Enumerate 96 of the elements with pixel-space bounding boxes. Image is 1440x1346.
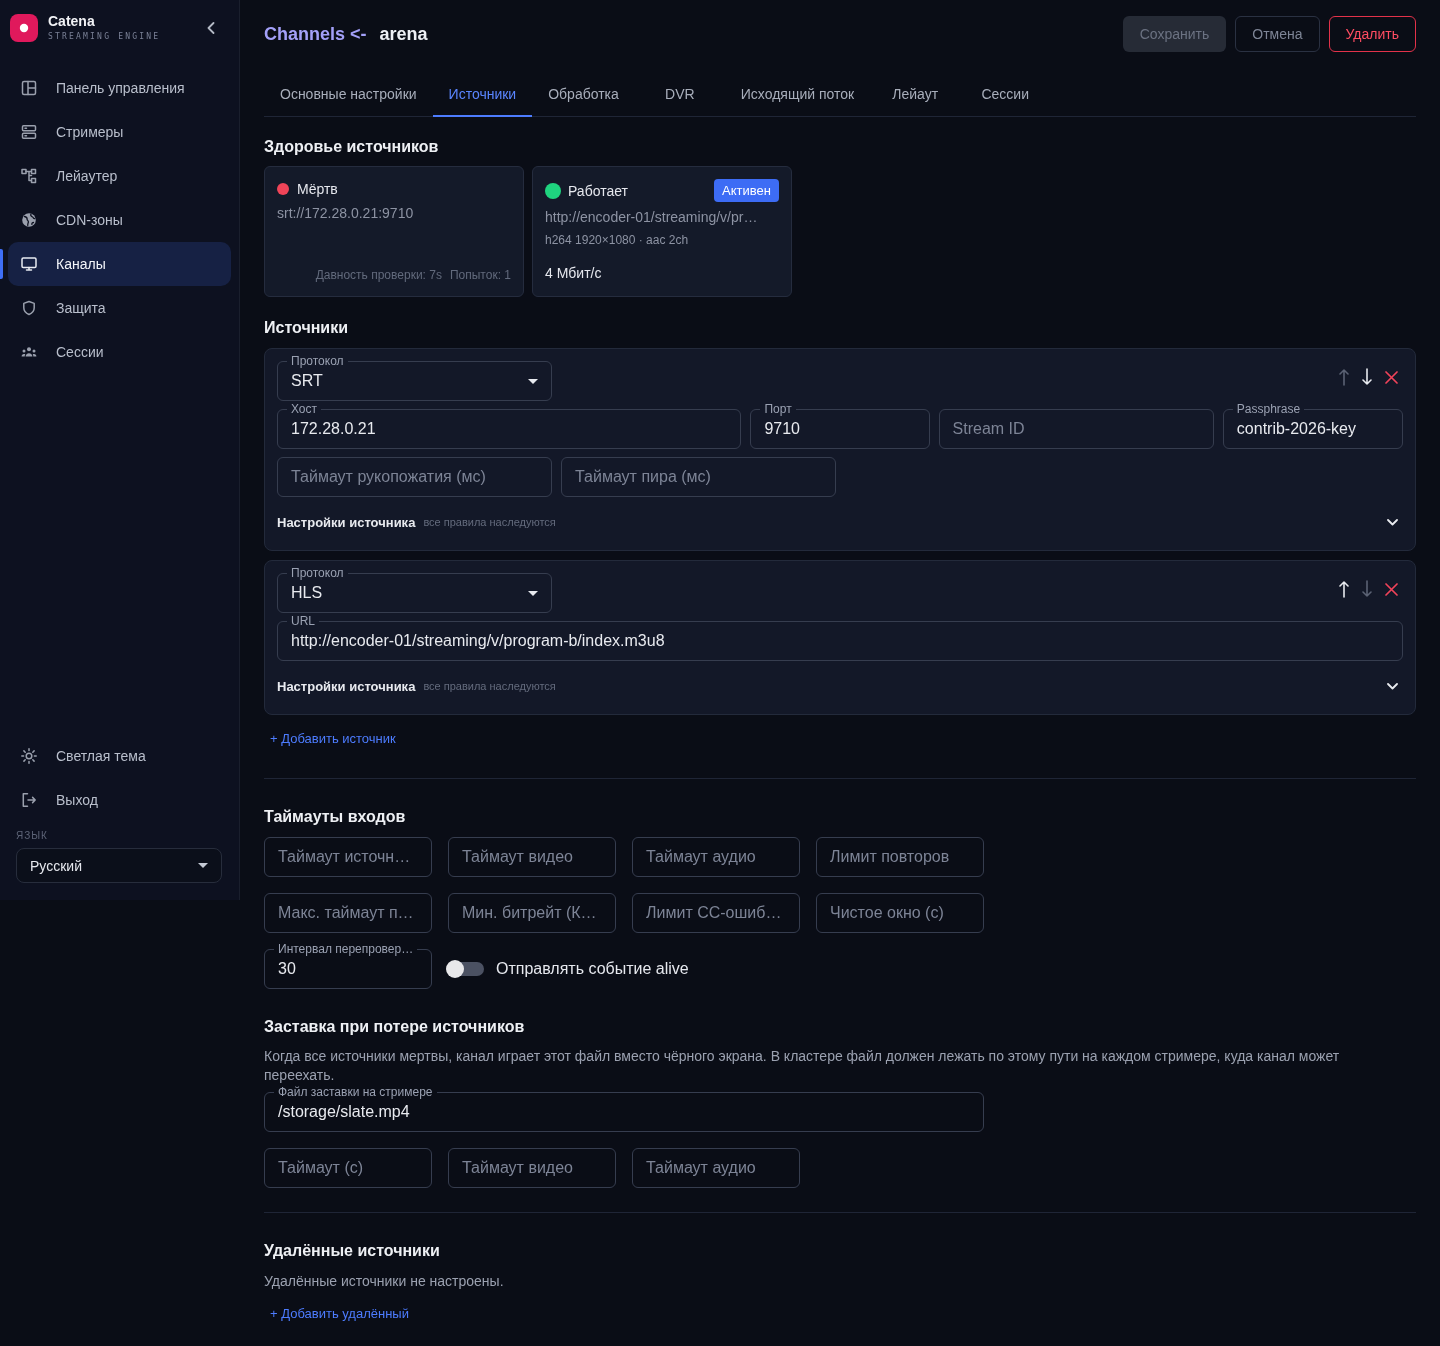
input-field[interactable]: Интервал перепровер… 30 [264, 942, 432, 989]
input-field[interactable]: Таймаут аудио [632, 1148, 800, 1188]
field-label: Интервал перепровер… [274, 942, 418, 956]
field-label: Протокол [287, 354, 348, 368]
toggle-switch[interactable] [446, 959, 484, 979]
bitrate-value: 4 Мбит/с [545, 264, 603, 283]
input-field[interactable]: Таймаут видео [448, 1148, 616, 1188]
input-field[interactable]: Макс. таймаут п… [264, 893, 432, 933]
close-icon[interactable] [1385, 582, 1398, 596]
protocol-select[interactable]: Протокол HLS [277, 566, 552, 613]
brand-tagline: STREAMING ENGINE [48, 31, 161, 43]
input-field[interactable]: Таймаут пира (мс) [561, 457, 836, 497]
input-field[interactable]: Passphrase contrib-2026-key [1222, 402, 1403, 449]
tab[interactable]: Основные настройки [264, 73, 433, 117]
nav-item[interactable]: Светлая тема [8, 734, 231, 778]
add-source-link[interactable]: + Добавить источник [264, 730, 402, 748]
brand-name: Catena [48, 13, 96, 29]
server-icon [21, 124, 37, 140]
tab[interactable]: Источники [432, 73, 533, 117]
section-title: Здоровье источников [264, 137, 440, 157]
nav-item[interactable]: Лейаутер [8, 154, 231, 198]
close-icon[interactable] [1385, 370, 1398, 384]
active-badge: Активен [714, 179, 779, 202]
tab[interactable]: Исходящий поток [724, 73, 871, 117]
hierarchy-icon [21, 168, 37, 184]
nav-item[interactable]: Защита [8, 286, 231, 330]
sun-icon [21, 748, 37, 764]
tab[interactable]: DVR [634, 73, 725, 117]
field-label: Файл заставки на стримере [274, 1085, 437, 1099]
field-label: Протокол [287, 566, 348, 580]
globe-icon [21, 212, 37, 228]
input-field[interactable]: Таймаут (с) [264, 1148, 432, 1188]
chevron-left-icon[interactable] [207, 22, 215, 34]
page-title: arena [379, 23, 428, 45]
description-text: Когда все источники мертвы, канал играет этот файл вместо чёрного экрана. В кластере файл должен лежать по этому пути на каждом стримере, куда канал может переехать. [264, 1047, 1341, 1085]
chevron-down-icon[interactable] [1387, 682, 1398, 690]
check-info: Попыток: 1 [449, 267, 511, 283]
caret-down-icon [528, 378, 538, 384]
status-label: Работает [568, 181, 628, 201]
input-field[interactable]: Файл заставки на стримере /storage/slate.mp4 [264, 1085, 984, 1132]
nav-item[interactable]: Панель управления [8, 66, 231, 110]
field-label: Хост [287, 402, 322, 416]
field-label: Passphrase [1232, 402, 1305, 416]
source-url: http://encoder-01/streaming/v/pr… [545, 208, 759, 227]
nav-item[interactable]: CDN-зоны [8, 198, 231, 242]
nav-item[interactable]: Сессии [8, 330, 231, 374]
tab[interactable]: Лейаут [870, 73, 961, 117]
input-field[interactable]: Чистое окно (с) [816, 893, 984, 933]
input-field[interactable]: Stream ID [938, 409, 1214, 449]
field-label: Порт [760, 402, 796, 416]
protocol-select[interactable]: Протокол SRT [277, 354, 552, 401]
input-field[interactable]: Лимит повторов [816, 837, 984, 877]
settings-hint: все правила наследуются [423, 680, 556, 692]
logo-icon [10, 14, 38, 42]
toggle-label: Отправлять событие alive [496, 960, 689, 978]
dashboard-icon [21, 80, 37, 96]
section-title: Удалённые источники [264, 1241, 441, 1261]
cancel-button[interactable]: Отмена [1235, 16, 1320, 52]
empty-state-text: Удалённые источники не настроены. [264, 1272, 505, 1291]
nav-item[interactable]: Стримеры [8, 110, 231, 154]
input-field[interactable]: Хост 172.28.0.21 [277, 402, 742, 449]
shield-icon [21, 300, 37, 316]
caret-down-icon [528, 590, 538, 596]
input-field[interactable]: URL http://encoder-01/streaming/v/program-b/index.m3u8 [277, 614, 1403, 661]
check-info: Давность проверки: 7s [315, 267, 442, 283]
tab[interactable]: Обработка [532, 73, 635, 117]
section-title: Источники [264, 318, 350, 338]
input-field[interactable]: Порт 9710 [750, 402, 930, 449]
active-indicator [0, 249, 3, 279]
logout-icon [21, 792, 37, 808]
add-remote-link[interactable]: + Добавить удалённый [264, 1305, 415, 1323]
settings-hint: все правила наследуются [423, 516, 556, 528]
input-field[interactable]: Таймаут рукопожатия (мс) [277, 457, 552, 497]
settings-title: Настройки источника [277, 514, 416, 530]
breadcrumb-link[interactable]: Channels <- [264, 23, 367, 45]
source-url: srt://172.28.0.21:9710 [277, 204, 415, 223]
input-field[interactable]: Мин. битрейт (К… [448, 893, 616, 933]
codec-info: h264 1920×1080 · aac 2ch [545, 232, 690, 248]
input-field[interactable]: Таймаут видео [448, 837, 616, 877]
section-title: Таймауты входов [264, 807, 407, 827]
settings-title: Настройки источника [277, 678, 416, 694]
tab[interactable]: Сессии [960, 73, 1051, 117]
caret-down-icon [198, 863, 208, 868]
input-field[interactable]: Таймаут источн… [264, 837, 432, 877]
monitor-icon [21, 256, 37, 272]
users-icon [21, 344, 37, 360]
delete-button[interactable]: Удалить [1328, 16, 1416, 52]
section-title: Заставка при потере источников [264, 1017, 526, 1037]
nav-item[interactable]: Выход [8, 778, 231, 822]
language-select[interactable]: Русский [16, 848, 222, 883]
input-field[interactable]: Лимит CC-ошиб… [632, 893, 800, 933]
field-label: URL [287, 614, 319, 628]
input-field[interactable]: Таймаут аудио [632, 837, 800, 877]
chevron-down-icon[interactable] [1387, 518, 1398, 526]
language-label: ЯЗЫК [16, 830, 48, 842]
status-label: Мёртв [297, 180, 338, 199]
